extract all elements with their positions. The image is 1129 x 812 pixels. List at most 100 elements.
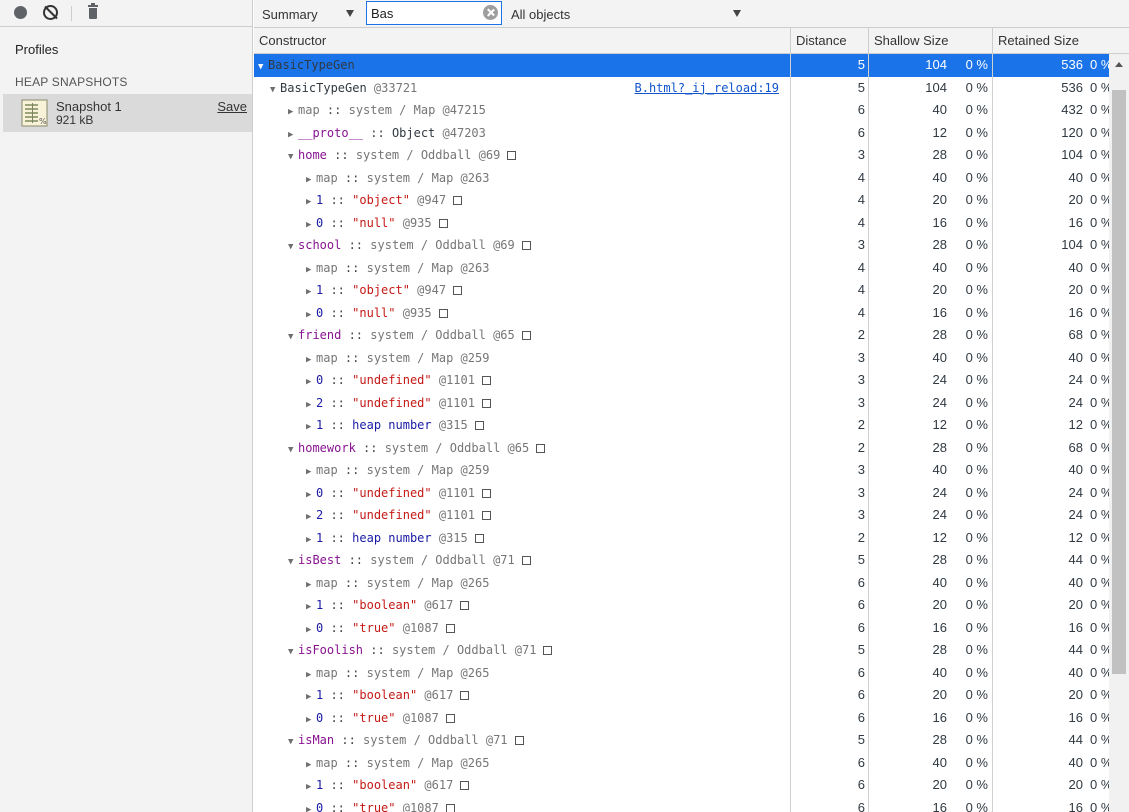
scrollbar-thumb[interactable] [1112,90,1126,674]
column-header-constructor[interactable]: Constructor [254,28,791,54]
collapsed-arrow-icon[interactable]: ▶ [306,304,316,324]
store-as-global-icon[interactable] [445,623,455,633]
tree-row[interactable]: ▶map :: system / Map @263 4 40 0 % 40 0 % [254,257,1109,280]
tree-row[interactable]: ▶map :: system / Map @259 3 40 0 % 40 0 % [254,459,1109,482]
tree-row[interactable]: ▶1 :: heap number @315 2 12 0 % 12 0 % [254,414,1109,437]
tree-row[interactable]: ▶1 :: "object" @947 4 20 0 % 20 0 % [254,279,1109,302]
tree-row[interactable]: ▶map :: system / Map @265 6 40 0 % 40 0 % [254,752,1109,775]
tree-row[interactable]: ▶0 :: "null" @935 4 16 0 % 16 0 % [254,212,1109,235]
store-as-global-icon[interactable] [474,533,484,543]
clear-filter-icon[interactable] [483,5,498,20]
collapsed-arrow-icon[interactable]: ▶ [306,214,316,234]
collapsed-arrow-icon[interactable]: ▶ [306,686,316,706]
collapsed-arrow-icon[interactable]: ▶ [306,349,316,369]
store-as-global-icon[interactable] [460,691,470,700]
record-icon[interactable] [12,4,30,22]
store-as-global-icon[interactable] [453,286,463,295]
expanded-arrow-icon[interactable]: ▼ [258,56,268,76]
collapsed-arrow-icon[interactable]: ▶ [306,596,316,616]
tree-row[interactable]: ▶0 :: "true" @1087 6 16 0 % 16 0 % [254,797,1109,812]
collapsed-arrow-icon[interactable]: ▶ [306,191,316,211]
collapsed-arrow-icon[interactable]: ▶ [306,394,316,414]
collapsed-arrow-icon[interactable]: ▶ [288,124,298,144]
tree-row[interactable]: ▶map :: system / Map @265 6 40 0 % 40 0 % [254,572,1109,595]
collapsed-arrow-icon[interactable]: ▶ [306,709,316,729]
store-as-global-icon[interactable] [514,736,524,745]
tree-row[interactable]: ▶1 :: "object" @947 4 20 0 % 20 0 % [254,189,1109,212]
snapshot-item[interactable]: % Snapshot 1 921 kB Save [3,94,252,132]
store-as-global-icon[interactable] [460,781,470,790]
scroll-up-arrow-icon[interactable] [1115,62,1123,67]
expanded-arrow-icon[interactable]: ▼ [270,79,280,99]
collapsed-arrow-icon[interactable]: ▶ [306,619,316,639]
tree-row[interactable]: ▶0 :: "true" @1087 6 16 0 % 16 0 % [254,617,1109,640]
view-select[interactable]: Summary [254,2,364,26]
tree-row[interactable]: ▼BasicTypeGen 5 104 0 % 536 0 % [254,54,1109,77]
tree-row[interactable]: ▼ isMan :: system / Oddball @71 5 28 0 % 44 0 … [254,729,1109,752]
store-as-global-icon[interactable] [521,556,531,565]
tree-row[interactable]: ▼ home :: system / Oddball @69 3 28 0 % 104 0 … [254,144,1109,167]
tree-row[interactable]: ▼ friend :: system / Oddball @65 2 28 0 % 68 0… [254,324,1109,347]
expanded-arrow-icon[interactable]: ▼ [288,731,298,751]
tree-row[interactable]: ▶map :: system / Map @265 6 40 0 % 40 0 % [254,662,1109,685]
collapsed-arrow-icon[interactable]: ▶ [306,664,316,684]
clear-icon[interactable] [42,4,60,22]
expanded-arrow-icon[interactable]: ▼ [288,326,298,346]
tree-row[interactable]: ▶2 :: "undefined" @1101 3 24 0 % 24 0 % [254,392,1109,415]
collapsed-arrow-icon[interactable]: ▶ [306,574,316,594]
store-as-global-icon[interactable] [481,376,491,385]
expanded-arrow-icon[interactable]: ▼ [288,551,298,571]
store-as-global-icon[interactable] [536,443,546,453]
tree-row[interactable]: ▼ homework :: system / Oddball @65 2 28 0 % 6… [254,437,1109,460]
collapsed-arrow-icon[interactable]: ▶ [306,799,316,812]
tree-row[interactable]: ▼ school :: system / Oddball @69 3 28 0 % 104… [254,234,1109,257]
store-as-global-icon[interactable] [445,803,455,812]
tree-row[interactable]: ▶0 :: "undefined" @1101 3 24 0 % 24 0 % [254,482,1109,505]
store-as-global-icon[interactable] [481,488,491,498]
expanded-arrow-icon[interactable]: ▼ [288,439,298,459]
store-as-global-icon[interactable] [474,421,484,430]
collapsed-arrow-icon[interactable]: ▶ [306,484,316,504]
source-link[interactable]: B.html?_ij_reload:19 [635,77,780,99]
collapsed-arrow-icon[interactable]: ▶ [288,101,298,121]
collapsed-arrow-icon[interactable]: ▶ [306,259,316,279]
store-as-global-icon[interactable] [521,331,531,340]
collapsed-arrow-icon[interactable]: ▶ [306,754,316,774]
trash-icon[interactable] [85,3,103,22]
tree-row[interactable]: ▶map :: system / Map @259 3 40 0 % 40 0 % [254,347,1109,370]
tree-row[interactable]: ▶1 :: "boolean" @617 6 20 0 % 20 0 % [254,594,1109,617]
vertical-scrollbar[interactable] [1109,54,1129,812]
collapsed-arrow-icon[interactable]: ▶ [306,506,316,526]
tree-row[interactable]: ▶1 :: heap number @315 2 12 0 % 12 0 % [254,527,1109,550]
store-as-global-icon[interactable] [521,241,531,250]
column-header-distance[interactable]: Distance [791,28,869,54]
tree-row[interactable]: ▶map :: system / Map @263 4 40 0 % 40 0 % [254,167,1109,190]
collapsed-arrow-icon[interactable]: ▶ [306,416,316,436]
store-as-global-icon[interactable] [453,196,463,205]
collapsed-arrow-icon[interactable]: ▶ [306,169,316,189]
store-as-global-icon[interactable] [481,398,491,408]
column-header-shallow-size[interactable]: Shallow Size [869,28,993,54]
save-link[interactable]: Save [217,99,247,114]
tree-row[interactable]: ▼ BasicTypeGen @33721 B.html?_ij_reload:19… [254,77,1109,100]
expanded-arrow-icon[interactable]: ▼ [288,146,298,166]
collapsed-arrow-icon[interactable]: ▶ [306,529,316,549]
store-as-global-icon[interactable] [481,511,491,520]
tree-row[interactable]: ▶0 :: "null" @935 4 16 0 % 16 0 % [254,302,1109,325]
tree-row[interactable]: ▼ isFoolish :: system / Oddball @71 5 28 0 %… [254,639,1109,662]
collapsed-arrow-icon[interactable]: ▶ [306,461,316,481]
tree-row[interactable]: ▶__proto__ :: Object @47203 6 12 0 % 120 0 % [254,122,1109,145]
store-as-global-icon[interactable] [445,713,455,723]
collapsed-arrow-icon[interactable]: ▶ [306,776,316,796]
store-as-global-icon[interactable] [438,308,448,318]
store-as-global-icon[interactable] [507,151,517,160]
class-filter-input[interactable] [366,1,502,25]
tree-row[interactable]: ▶1 :: "boolean" @617 6 20 0 % 20 0 % [254,684,1109,707]
expanded-arrow-icon[interactable]: ▼ [288,641,298,661]
column-header-retained-size[interactable]: Retained Size [993,28,1129,54]
store-as-global-icon[interactable] [543,646,553,655]
expanded-arrow-icon[interactable]: ▼ [288,236,298,256]
store-as-global-icon[interactable] [438,218,448,228]
tree-row[interactable]: ▼ isBest :: system / Oddball @71 5 28 0 % 44 0… [254,549,1109,572]
objects-filter-select[interactable]: All objects [504,2,749,26]
